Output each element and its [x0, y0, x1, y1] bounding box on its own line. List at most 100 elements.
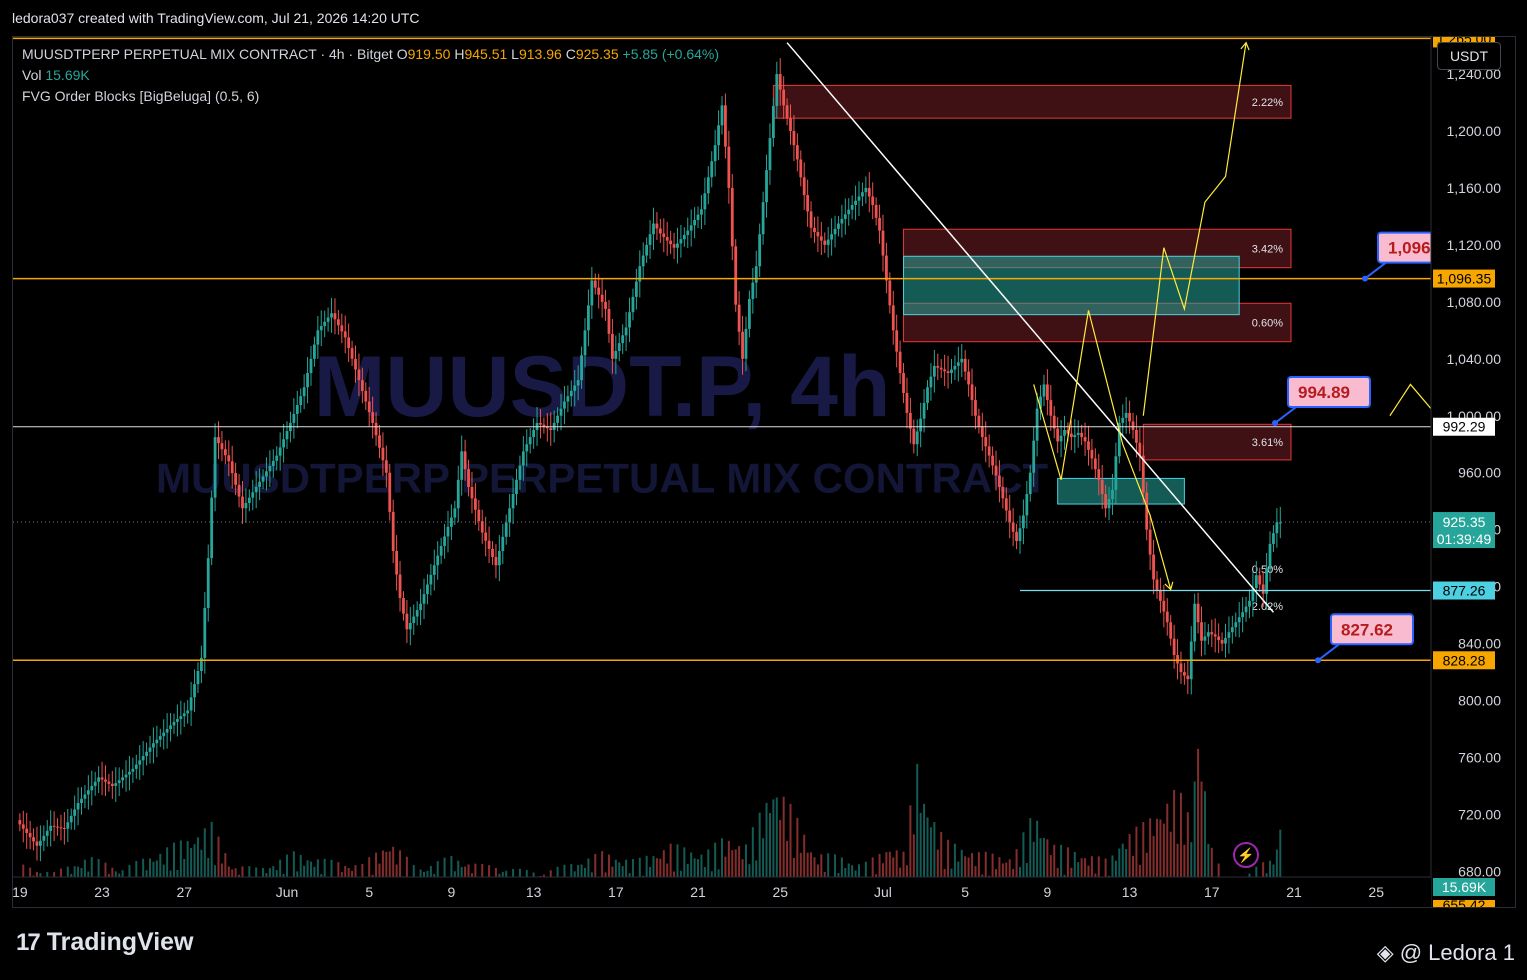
- y-tick-label: 800.00: [1458, 693, 1501, 709]
- candle-body: [515, 479, 518, 495]
- candle-body: [1001, 486, 1005, 499]
- candle-body: [52, 825, 56, 827]
- legend-volume-label: Vol: [22, 67, 42, 83]
- candle-body: [840, 218, 844, 224]
- lightning-icon[interactable]: ⚡: [1233, 842, 1259, 868]
- candle-body: [1179, 663, 1183, 673]
- candle-body: [220, 443, 224, 450]
- candle-body: [826, 239, 830, 245]
- legend-low-label: L: [511, 46, 519, 62]
- candle-body: [227, 455, 231, 462]
- candle-body: [970, 384, 974, 401]
- candle-body: [378, 435, 381, 448]
- candle-body: [1213, 634, 1217, 637]
- candle-body: [265, 471, 268, 477]
- legend-symbol[interactable]: MUUSDTPERP PERPETUAL MIX CONTRACT · 4h ·…: [22, 46, 393, 62]
- candle-body: [172, 721, 176, 726]
- candle-body: [658, 228, 662, 234]
- candle-body: [1128, 412, 1131, 422]
- candle-body: [974, 400, 977, 416]
- candle-body: [384, 460, 388, 473]
- candle-body: [213, 437, 217, 498]
- candle-body: [1172, 638, 1176, 655]
- x-tick-label: 21: [1286, 884, 1302, 900]
- candle-body: [323, 321, 327, 327]
- x-tick-label: Jun: [276, 884, 299, 900]
- candle-body: [953, 365, 957, 370]
- candle-body: [117, 780, 121, 784]
- candle-body: [1111, 489, 1114, 500]
- candle-body: [128, 771, 131, 775]
- candle-body: [152, 743, 155, 748]
- candle-body: [521, 451, 525, 466]
- candle-body: [73, 809, 77, 816]
- candle-body: [158, 736, 162, 740]
- candle-body: [148, 747, 152, 752]
- candle-body: [977, 415, 981, 427]
- legend-low: 913.96: [518, 46, 562, 62]
- candle-body: [69, 815, 73, 823]
- candle-body: [467, 469, 470, 487]
- fvg-zone-pct-1: 3.42%: [1252, 243, 1283, 255]
- candle-body: [1114, 456, 1118, 490]
- candle-body: [614, 350, 618, 359]
- callout-label-0: 1,096.: [1388, 239, 1435, 258]
- candle-body: [634, 281, 638, 297]
- candle-body: [1268, 543, 1272, 569]
- candle-body: [1083, 437, 1087, 442]
- candle-body: [56, 826, 59, 828]
- candle-body: [717, 125, 720, 146]
- candle-body: [1011, 522, 1015, 532]
- candle-body: [90, 785, 94, 791]
- candle-body: [237, 484, 241, 497]
- candle-body: [340, 325, 344, 332]
- candle-body: [963, 358, 967, 372]
- candle-body: [357, 369, 361, 381]
- x-tick-label: 5: [365, 884, 373, 900]
- price-chart[interactable]: MUUSDT.P, 4h MUUSDTPERP PERPETUAL MIX CON…: [12, 29, 1515, 913]
- x-tick-label: Jul: [874, 884, 892, 900]
- candle-body: [217, 437, 220, 444]
- candle-body: [1131, 421, 1135, 430]
- candle-body: [593, 280, 597, 288]
- legend-open: 919.50: [407, 46, 451, 62]
- candle-body: [960, 358, 964, 363]
- candle-body: [1272, 533, 1275, 544]
- candle-body: [672, 244, 676, 248]
- legend-volume-value: 15.69K: [45, 67, 90, 83]
- candle-body: [980, 426, 984, 438]
- legend-volume-row[interactable]: Vol 15.69K: [22, 65, 719, 86]
- price-badge-4: 828.28: [1443, 652, 1486, 668]
- candle-body: [1015, 531, 1018, 542]
- candle-body: [929, 376, 933, 388]
- candle-body: [833, 228, 837, 235]
- candle-body: [518, 465, 522, 480]
- candle-body: [580, 355, 583, 381]
- candle-body: [302, 387, 306, 397]
- candle-body: [566, 396, 570, 402]
- legend-close: 925.35: [575, 46, 619, 62]
- chart-frame[interactable]: MUUSDT.P, 4h MUUSDTPERP PERPETUAL MIX CON…: [12, 29, 1516, 913]
- candle-body: [354, 358, 357, 370]
- candle-body: [936, 365, 940, 368]
- legend-indicator-row[interactable]: FVG Order Blocks [BigBeluga] (0.5, 6): [22, 86, 719, 107]
- candle-body: [134, 764, 138, 769]
- chart-attribution: ledora037 created with TradingView.com, …: [12, 10, 420, 26]
- candle-body: [789, 118, 792, 131]
- candle-body: [878, 217, 881, 231]
- candle-body: [473, 498, 477, 510]
- candle-body: [1224, 637, 1227, 644]
- candle-body: [326, 317, 330, 322]
- candle-body: [775, 74, 779, 107]
- author-name: @ Ledora 1: [1399, 940, 1515, 965]
- tradingview-logo: 17 TradingView: [16, 928, 194, 957]
- currency-button[interactable]: USDT: [1437, 42, 1501, 70]
- callout-label-2: 827.62: [1341, 620, 1393, 639]
- candle-body: [244, 502, 248, 509]
- candle-body: [528, 437, 532, 445]
- callout-pointer-0: [1364, 261, 1387, 280]
- candle-body: [864, 187, 868, 193]
- candle-body: [676, 243, 679, 248]
- candle-body: [782, 89, 786, 106]
- candle-body: [165, 729, 169, 733]
